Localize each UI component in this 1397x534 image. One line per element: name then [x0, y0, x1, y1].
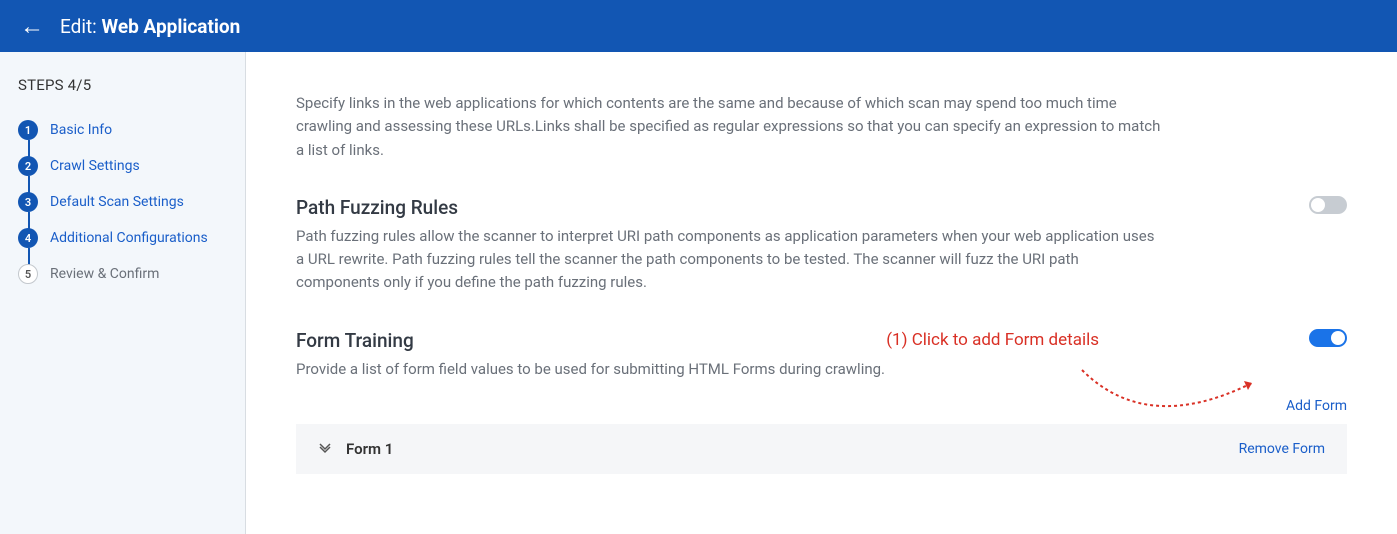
step-number: 5 [18, 264, 38, 284]
step-review-confirm[interactable]: 5 Review & Confirm [18, 256, 227, 292]
add-form-button[interactable]: Add Form [1286, 398, 1347, 414]
step-number: 2 [18, 156, 38, 176]
step-crawl-settings[interactable]: 2 Crawl Settings [18, 148, 227, 184]
step-label: Default Scan Settings [50, 194, 184, 210]
step-basic-info[interactable]: 1 Basic Info [18, 112, 227, 148]
step-number: 3 [18, 192, 38, 212]
steps-list: 1 Basic Info 2 Crawl Settings 3 Default … [18, 112, 227, 292]
step-default-scan[interactable]: 3 Default Scan Settings [18, 184, 227, 220]
title-main: Web Application [102, 15, 241, 38]
toggle-knob [1331, 331, 1345, 345]
step-label: Crawl Settings [50, 158, 140, 174]
annotation-text: (1) Click to add Form details [886, 329, 1099, 353]
toggle-knob [1311, 198, 1325, 212]
form-training-title: Form Training [296, 329, 1289, 352]
step-label: Additional Configurations [50, 230, 208, 246]
path-fuzzing-toggle[interactable] [1309, 196, 1347, 214]
path-fuzzing-section: Path Fuzzing Rules Path fuzzing rules al… [296, 196, 1347, 295]
form-training-desc: Provide a list of form field values to b… [296, 360, 885, 378]
steps-counter: STEPS 4/5 [18, 76, 227, 94]
chevron-down-icon[interactable] [318, 440, 332, 458]
step-additional-config[interactable]: 4 Additional Configurations [18, 220, 227, 256]
remove-form-button[interactable]: Remove Form [1239, 441, 1325, 457]
step-number: 4 [18, 228, 38, 248]
form-item-row: Form 1 Remove Form [296, 424, 1347, 474]
back-arrow-icon[interactable]: ← [20, 14, 44, 38]
path-fuzzing-desc: Path fuzzing rules allow the scanner to … [296, 225, 1166, 295]
page-header: ← Edit: Web Application [0, 0, 1397, 52]
add-form-row: Add Form [296, 395, 1347, 414]
main-content: Specify links in the web applications fo… [246, 52, 1397, 534]
page-title: Edit: Web Application [60, 15, 240, 38]
step-number: 1 [18, 120, 38, 140]
step-label: Review & Confirm [50, 266, 159, 282]
form-training-toggle[interactable] [1309, 329, 1347, 347]
form-name-label: Form 1 [346, 440, 393, 458]
path-fuzzing-title: Path Fuzzing Rules [296, 196, 1166, 219]
steps-sidebar: STEPS 4/5 1 Basic Info 2 Crawl Settings … [0, 52, 246, 534]
form-training-section: Form Training Provide a list of form fie… [296, 329, 1347, 474]
title-prefix: Edit: [60, 15, 97, 38]
intro-text: Specify links in the web applications fo… [296, 92, 1166, 162]
step-label: Basic Info [50, 122, 112, 138]
